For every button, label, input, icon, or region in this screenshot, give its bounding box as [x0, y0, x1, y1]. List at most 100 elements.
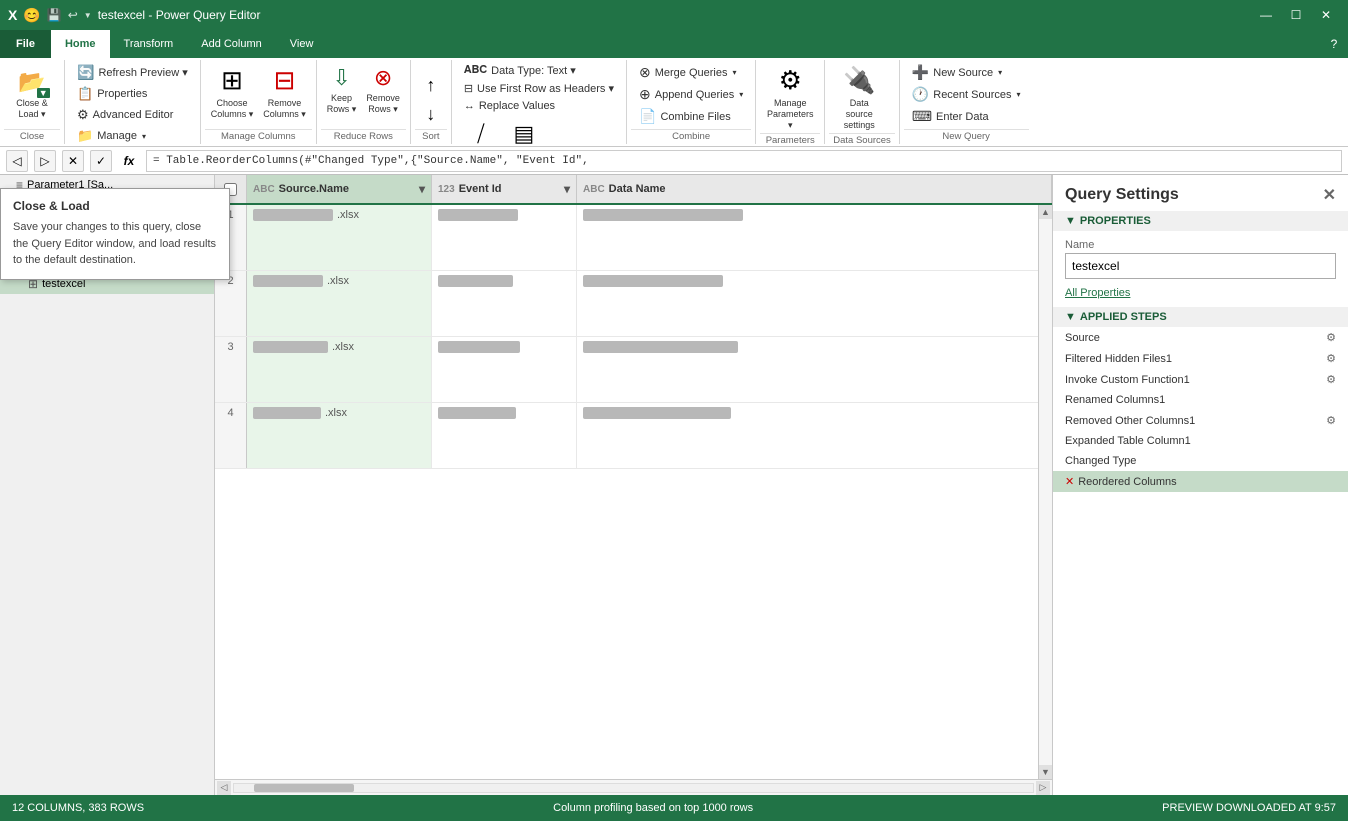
collapse-properties-icon[interactable]: ▼ [1065, 215, 1076, 227]
hscroll-track[interactable] [233, 783, 1034, 793]
collapse-steps-icon[interactable]: ▼ [1065, 311, 1076, 323]
scroll-up-arrow[interactable]: ▲ [1039, 205, 1053, 219]
group-by-button[interactable]: ▤ GroupBy [506, 118, 542, 146]
col-type-dataname: ABC [583, 184, 605, 195]
cell-source-4[interactable]: .xlsx [247, 403, 432, 468]
data-type-button[interactable]: 𝐀𝐁𝐂 Data Type: Text ▾ [458, 62, 582, 79]
use-first-row-icon: ⊟ [464, 82, 473, 95]
keep-rows-label: KeepRows ▾ [327, 93, 357, 115]
scroll-left-arrow[interactable]: ◁ [217, 781, 231, 795]
quick-save[interactable]: 💾 [47, 8, 62, 22]
manage-params-icon: ⚙ [779, 65, 802, 96]
help-icon[interactable]: ? [1320, 30, 1348, 58]
col-filter-eventid[interactable]: ▾ [564, 182, 570, 196]
tab-home[interactable]: Home [51, 30, 110, 58]
maximize-button[interactable]: ☐ [1282, 1, 1310, 29]
step-invoke-custom[interactable]: Invoke Custom Function1 ⚙ [1053, 369, 1348, 390]
data-source-label: Data sourcesettings [835, 98, 883, 130]
step-source[interactable]: Source ⚙ [1053, 327, 1348, 348]
hscroll-thumb[interactable] [254, 784, 354, 792]
grid-body[interactable]: 1 .xlsx 2 .xlsx [215, 205, 1052, 779]
step-expanded-table[interactable]: Expanded Table Column1 [1053, 431, 1348, 451]
quick-undo[interactable]: ↩ [68, 8, 78, 22]
adv-editor-icon: ⚙ [77, 107, 89, 123]
manage-params-button[interactable]: ⚙ ManageParameters ▾ [762, 62, 818, 133]
vertical-scrollbar[interactable]: ▲ ▼ [1038, 205, 1052, 779]
cell-dataname-4[interactable] [577, 403, 1052, 468]
tab-transform[interactable]: Transform [110, 30, 188, 58]
minimize-button[interactable]: — [1252, 1, 1280, 29]
enter-data-button[interactable]: ⌨ Enter Data [906, 106, 995, 127]
append-icon: ⊕ [639, 86, 651, 103]
advanced-editor-button[interactable]: ⚙ Advanced Editor [71, 105, 179, 125]
step-removed-other[interactable]: Removed Other Columns1 ⚙ [1053, 410, 1348, 431]
cell-source-2[interactable]: .xlsx [247, 271, 432, 336]
step-filtered-gear[interactable]: ⚙ [1326, 352, 1336, 365]
combine-files-button[interactable]: 📄 Combine Files [633, 106, 737, 127]
col-header-data-name[interactable]: ABC Data Name [577, 175, 1052, 203]
keep-rows-button[interactable]: ⇩ KeepRows ▾ [323, 62, 361, 118]
manage-label: Manage [97, 130, 137, 142]
cell-dataname-2[interactable] [577, 271, 1052, 336]
step-x-icon[interactable]: ✕ [1065, 475, 1074, 488]
step-invoke-gear[interactable]: ⚙ [1326, 373, 1336, 386]
remove-rows-button[interactable]: ⊗ RemoveRows ▾ [362, 62, 404, 118]
cell-eventid-2[interactable] [432, 271, 577, 336]
manage-button[interactable]: 📁 Manage ▾ [71, 126, 152, 146]
nav-back-button[interactable]: ◁ [6, 150, 28, 172]
cell-dataname-3[interactable] [577, 337, 1052, 402]
cell-eventid-3[interactable] [432, 337, 577, 402]
all-properties-link[interactable]: All Properties [1053, 287, 1348, 307]
formula-cancel-button[interactable]: ✕ [62, 150, 84, 172]
horizontal-scrollbar[interactable]: ◁ ▷ [215, 779, 1052, 795]
col-filter-source[interactable]: ▾ [419, 182, 425, 196]
nav-forward-button[interactable]: ▷ [34, 150, 56, 172]
cell-dataname-1[interactable] [577, 205, 1052, 270]
col-header-source-name[interactable]: ABC Source.Name ▾ [247, 175, 432, 203]
cell-eventid-4[interactable] [432, 403, 577, 468]
remove-columns-button[interactable]: ⊟ RemoveColumns ▾ [259, 62, 310, 123]
merge-queries-button[interactable]: ⊗ Merge Queries ▾ [633, 62, 743, 83]
recent-sources-button[interactable]: 🕐 Recent Sources ▾ [906, 84, 1027, 105]
sort-asc-button[interactable]: ↑ [417, 72, 445, 99]
step-removed-gear[interactable]: ⚙ [1326, 414, 1336, 427]
cell-source-3[interactable]: .xlsx [247, 337, 432, 402]
choose-columns-button[interactable]: ⊞ ChooseColumns ▾ [207, 62, 258, 123]
replace-values-button[interactable]: ↔ Replace Values [458, 98, 561, 114]
tab-view[interactable]: View [276, 30, 328, 58]
step-filtered-hidden[interactable]: Filtered Hidden Files1 ⚙ [1053, 348, 1348, 369]
close-button[interactable]: ✕ [1312, 1, 1340, 29]
tab-add-column[interactable]: Add Column [187, 30, 276, 58]
cell-eventid-1[interactable] [432, 205, 577, 270]
query-name-input[interactable] [1065, 253, 1336, 279]
col-header-event-id[interactable]: 123 Event Id ▾ [432, 175, 577, 203]
tab-file[interactable]: File [0, 30, 51, 58]
quick-dropdown[interactable]: ▼ [84, 11, 92, 20]
formula-input[interactable] [146, 150, 1342, 172]
step-renamed-cols[interactable]: Renamed Columns1 [1053, 390, 1348, 410]
query-settings-close-button[interactable]: ✕ [1323, 185, 1336, 205]
step-source-gear[interactable]: ⚙ [1326, 331, 1336, 344]
close-load-button[interactable]: 📂 ▼ Close &Load ▾ [6, 62, 58, 123]
append-queries-button[interactable]: ⊕ Append Queries ▾ [633, 84, 749, 105]
properties-button[interactable]: 📋 Properties [71, 84, 153, 104]
refresh-preview-button[interactable]: 🔄 Refresh Preview ▾ [71, 62, 194, 83]
formula-confirm-button[interactable]: ✓ [90, 150, 112, 172]
remove-columns-label: RemoveColumns ▾ [263, 98, 306, 120]
scroll-down-arrow[interactable]: ▼ [1039, 765, 1053, 779]
scroll-right-arrow[interactable]: ▷ [1036, 781, 1050, 795]
sort-group-label: Sort [415, 129, 447, 144]
cell-source-1[interactable]: .xlsx [247, 205, 432, 270]
ribbon-group-manage-columns: ⊞ ChooseColumns ▾ ⊟ RemoveColumns ▾ Mana… [201, 60, 317, 144]
step-changed-type[interactable]: Changed Type [1053, 451, 1348, 471]
applied-steps-label: APPLIED STEPS [1080, 311, 1167, 323]
use-first-row-button[interactable]: ⊟ Use First Row as Headers ▾ [458, 80, 620, 97]
data-source-settings-button[interactable]: 🔌 Data sourcesettings [831, 62, 887, 133]
step-removed-label: Removed Other Columns1 [1065, 415, 1195, 427]
sort-desc-button[interactable]: ↓ [417, 101, 445, 128]
step-changed-label: Changed Type [1065, 455, 1136, 467]
split-column-button[interactable]: ⧸ SplitColumn ▾ [458, 118, 504, 146]
table-row: 3 .xlsx [215, 337, 1052, 403]
step-reordered-cols[interactable]: ✕ Reordered Columns [1053, 471, 1348, 492]
new-source-button[interactable]: ➕ New Source ▾ [906, 62, 1008, 83]
